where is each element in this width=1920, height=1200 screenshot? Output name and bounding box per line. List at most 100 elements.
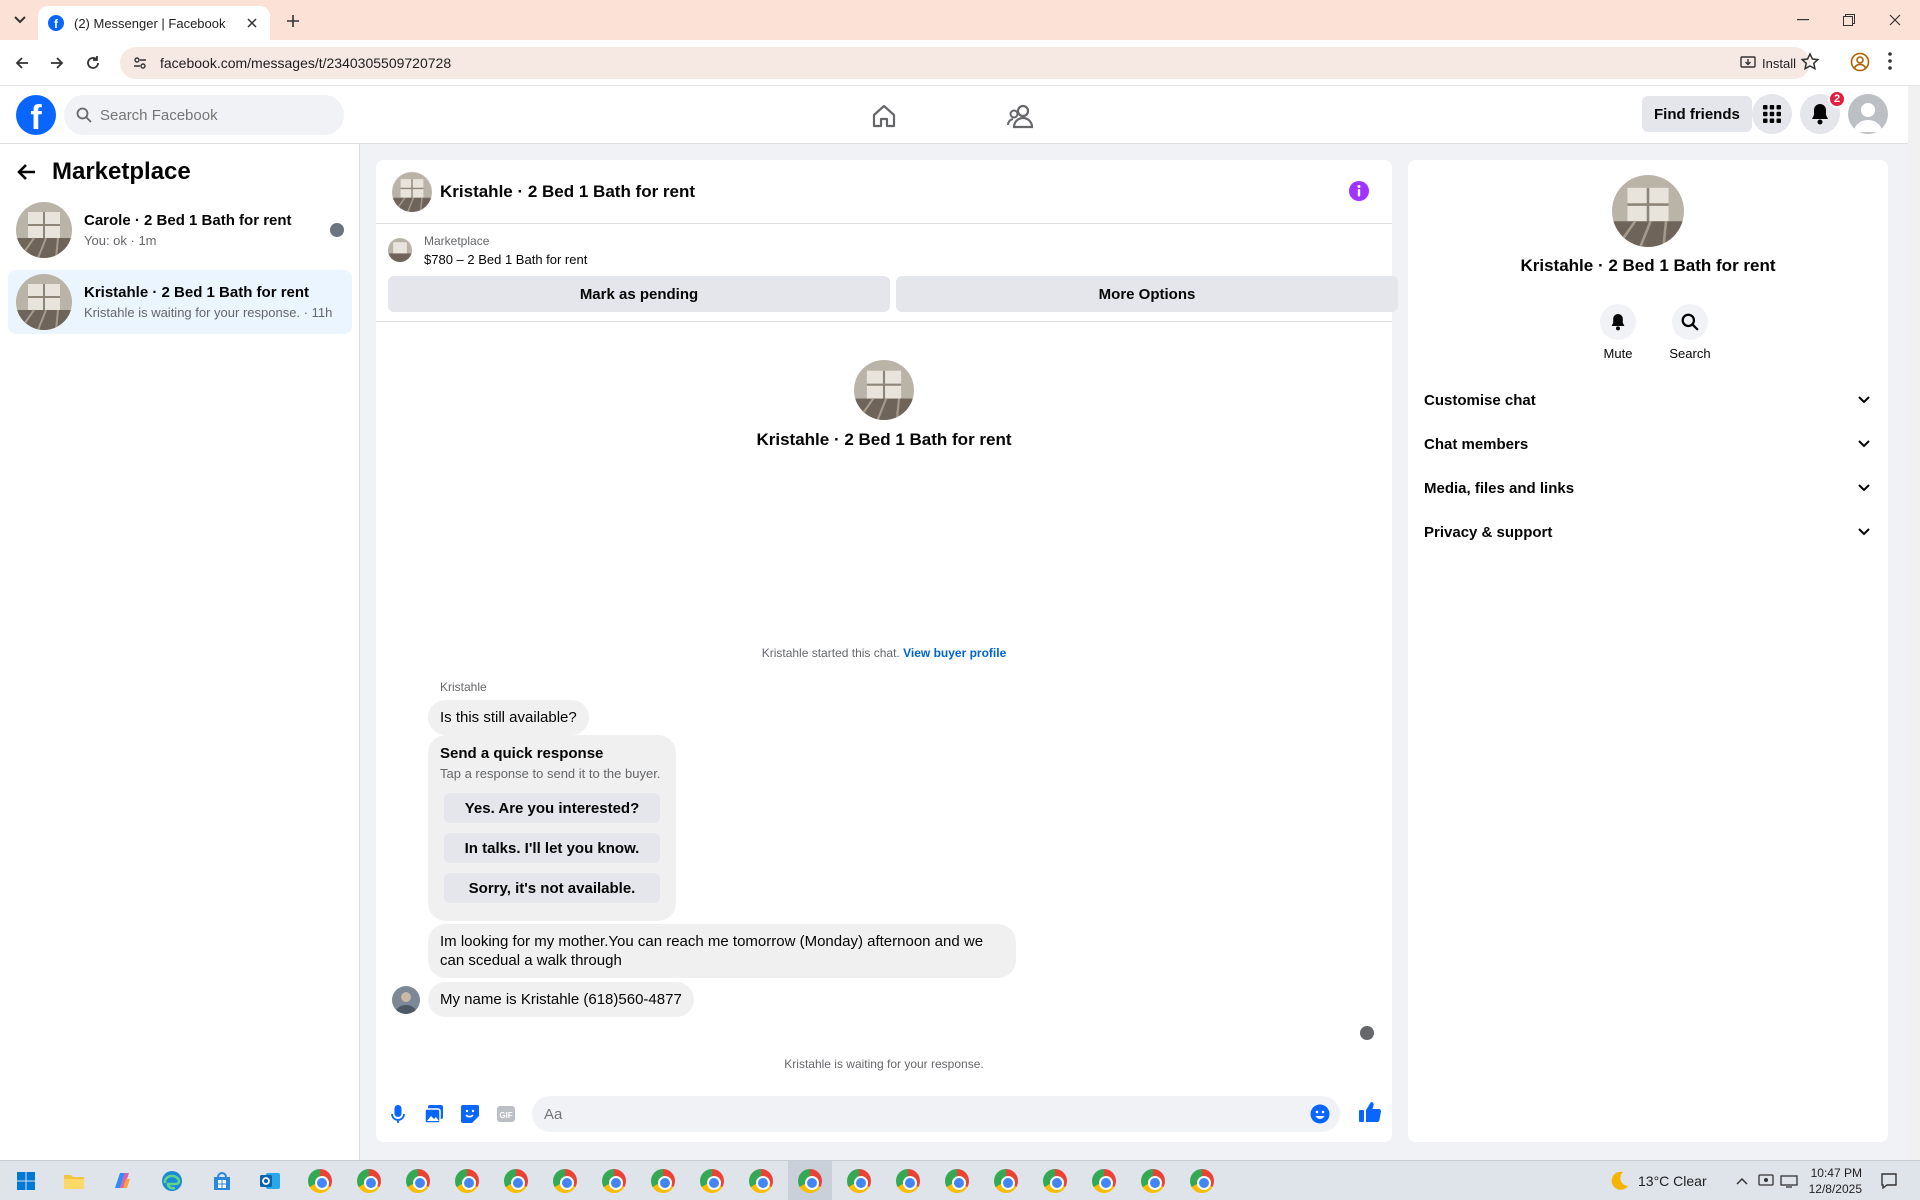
weather-text: 13°C Clear (1638, 1173, 1707, 1189)
tray-overflow-chevron-icon[interactable] (1736, 1161, 1748, 1200)
chrome-icon[interactable] (600, 1167, 628, 1195)
chrome-icon[interactable] (943, 1167, 971, 1195)
microphone-icon[interactable] (386, 1102, 410, 1126)
chrome-icon[interactable] (453, 1167, 481, 1195)
new-tab-plus-icon[interactable] (282, 10, 304, 32)
chrome-icon[interactable] (894, 1167, 922, 1195)
chrome-icon[interactable] (306, 1167, 334, 1195)
browser-tab-bar: f (2) Messenger | Facebook (0, 0, 1920, 40)
chrome-icon[interactable] (845, 1167, 873, 1195)
conversation-avatar[interactable] (392, 171, 432, 212)
copilot-icon[interactable] (108, 1167, 136, 1195)
reload-icon[interactable] (81, 51, 105, 75)
privacy-support-row[interactable]: Privacy & support (1424, 512, 1874, 552)
search-icon (76, 107, 92, 123)
file-explorer-icon[interactable] (60, 1167, 88, 1195)
like-thumbs-up-icon[interactable] (1358, 1100, 1382, 1124)
tab-close-icon[interactable] (244, 15, 260, 31)
message-input-box[interactable] (532, 1096, 1340, 1132)
chat-members-row[interactable]: Chat members (1424, 424, 1874, 464)
windows-start-icon[interactable] (12, 1167, 40, 1195)
facebook-search-input[interactable] (100, 106, 320, 124)
listing-thumbnail[interactable] (388, 238, 412, 262)
menu-grid-icon[interactable] (1752, 94, 1792, 134)
weather-widget[interactable]: 13°C Clear (1608, 1161, 1707, 1200)
back-arrow-icon[interactable] (10, 51, 34, 75)
store-icon[interactable] (208, 1167, 236, 1195)
chrome-icon[interactable] (747, 1167, 775, 1195)
address-bar[interactable]: facebook.com/messages/t/2340305509720728… (120, 47, 1810, 79)
sender-avatar[interactable] (392, 986, 420, 1014)
bookmark-star-icon[interactable] (1800, 52, 1820, 72)
edge-browser-icon[interactable] (158, 1167, 186, 1195)
network-icon[interactable] (1780, 1161, 1798, 1200)
notification-center-icon[interactable] (1880, 1161, 1898, 1200)
quick-response-option[interactable]: In talks. I'll let you know. (444, 833, 660, 863)
sticker-icon[interactable] (458, 1102, 482, 1126)
section-label: Media, files and links (1424, 479, 1575, 497)
view-buyer-profile-link[interactable]: View buyer profile (903, 646, 1006, 660)
chat-item-name: Kristahle · 2 Bed 1 Bath for rent (84, 284, 310, 301)
facebook-logo-icon[interactable]: f (16, 95, 56, 135)
home-icon[interactable] (869, 101, 899, 131)
message-input[interactable] (544, 1105, 1284, 1123)
more-options-button[interactable]: More Options (896, 276, 1398, 312)
customise-chat-row[interactable]: Customise chat (1424, 380, 1874, 420)
chrome-icon[interactable] (1090, 1167, 1118, 1195)
browser-tab-messenger[interactable]: f (2) Messenger | Facebook (38, 6, 270, 40)
chrome-icon[interactable] (698, 1167, 726, 1195)
chrome-icon[interactable] (404, 1167, 432, 1195)
mute-button[interactable]: Mute (1588, 304, 1648, 361)
clock-date: 12/8/2025 (1808, 1182, 1862, 1196)
outlook-icon[interactable] (256, 1167, 284, 1195)
forward-arrow-icon[interactable] (45, 51, 69, 75)
chrome-icon[interactable] (355, 1167, 383, 1195)
chrome-icon[interactable] (1139, 1167, 1167, 1195)
message-bubble: Is this still available? (428, 700, 589, 735)
chrome-icon[interactable] (649, 1167, 677, 1195)
close-window-icon[interactable] (1872, 0, 1918, 40)
quick-response-option[interactable]: Sorry, it's not available. (444, 873, 660, 903)
chat-started-notice: Kristahle started this chat. View buyer … (376, 646, 1392, 660)
browser-menu-icon[interactable] (1888, 52, 1892, 70)
photo-icon[interactable] (422, 1102, 446, 1126)
install-app-button[interactable]: Install (1740, 52, 1796, 74)
clock-time: 10:47 PM (1810, 1166, 1862, 1180)
sidebar-title: Marketplace (52, 158, 191, 185)
find-friends-button[interactable]: Find friends (1642, 96, 1752, 132)
system-clock[interactable]: 10:47 PM 12/8/2025 (1806, 1165, 1862, 1197)
chat-item-carole[interactable]: Carole · 2 Bed 1 Bath for rent You: ok ·… (8, 198, 352, 262)
browser-profile-icon[interactable] (1850, 52, 1870, 72)
tab-list-chevron-icon[interactable] (8, 9, 32, 31)
conversation-info-icon[interactable] (1348, 180, 1370, 202)
minimize-window-icon[interactable] (1780, 0, 1826, 40)
seen-avatar-icon (330, 223, 344, 237)
chrome-icon[interactable] (1188, 1167, 1216, 1195)
chrome-icon[interactable] (551, 1167, 579, 1195)
account-avatar[interactable] (1848, 94, 1888, 134)
media-files-links-row[interactable]: Media, files and links (1424, 468, 1874, 508)
conversation-info-panel: Kristahle · 2 Bed 1 Bath for rent Mute S… (1408, 160, 1888, 1142)
mark-as-pending-button[interactable]: Mark as pending (388, 276, 890, 312)
facebook-search-box[interactable] (64, 95, 344, 135)
chrome-icon[interactable] (992, 1167, 1020, 1195)
chat-item-preview: You: ok · 1m (84, 233, 157, 248)
quick-response-option[interactable]: Yes. Are you interested? (444, 793, 660, 823)
search-in-conversation-button[interactable]: Search (1660, 304, 1720, 361)
friends-icon[interactable] (1006, 101, 1036, 131)
gif-icon[interactable]: GIF (494, 1102, 518, 1126)
listing-detail[interactable]: $780 – 2 Bed 1 Bath for rent (424, 252, 587, 267)
restore-window-icon[interactable] (1826, 0, 1872, 40)
site-info-icon[interactable] (126, 49, 154, 77)
conversation-title[interactable]: Kristahle · 2 Bed 1 Bath for rent (440, 182, 695, 202)
chrome-icon[interactable] (1041, 1167, 1069, 1195)
back-arrow-icon[interactable] (16, 163, 36, 181)
chat-item-kristahle[interactable]: Kristahle · 2 Bed 1 Bath for rent Krista… (8, 270, 352, 334)
sender-name: Kristahle (440, 680, 487, 694)
tray-app-icon[interactable] (1758, 1161, 1774, 1200)
page-scrollbar[interactable] (1908, 86, 1920, 1160)
chrome-icon[interactable] (796, 1167, 824, 1195)
notifications-button[interactable]: 2 (1800, 90, 1846, 134)
chrome-icon[interactable] (502, 1167, 530, 1195)
emoji-icon[interactable] (1310, 1104, 1330, 1124)
